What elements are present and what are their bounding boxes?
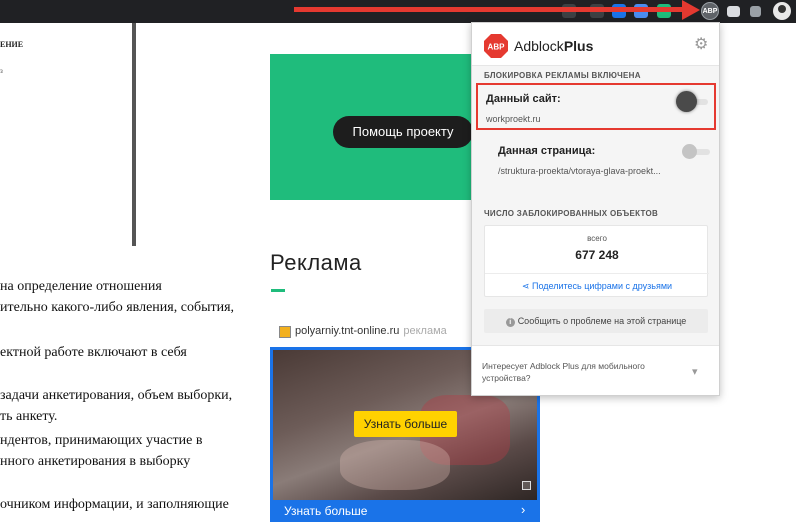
divider <box>485 273 709 274</box>
brand-name: AdblockPlus <box>514 38 593 54</box>
site-toggle-row: Данный сайт: workproekt.ru <box>476 83 716 130</box>
article-line: задачи анкетирования, объем выборки, <box>0 388 233 403</box>
total-blocked-count: 677 248 <box>575 248 619 262</box>
article-line: на определение отношения <box>0 279 162 294</box>
report-issue-label: Сообщить о проблеме на этой странице <box>517 316 687 326</box>
ad-source-domain[interactable]: polyarniy.tnt-online.ru <box>295 325 399 337</box>
ad-image-detail <box>340 440 450 490</box>
page: ABP ЕНИЕ з на определение отношения ител… <box>0 0 796 522</box>
toc-scrollbar[interactable] <box>132 23 136 246</box>
brand-name-bold: Plus <box>563 38 594 54</box>
abp-logo-icon: ABP <box>484 34 508 58</box>
blocked-caption: ЧИСЛО ЗАБЛОКИРОВАННЫХ ОБЪЕКТОВ <box>484 209 659 218</box>
apple-icon[interactable] <box>670 366 682 378</box>
mobile-promo: Интересует Adblock Plus для мобильного у… <box>472 345 719 395</box>
site-toggle[interactable] <box>676 91 697 112</box>
ad-section-heading: Реклама <box>270 250 362 275</box>
article-line: ндентов, принимающих участие в <box>0 433 203 448</box>
report-issue-button[interactable]: i Сообщить о проблеме на этой странице <box>484 309 708 333</box>
ad-source-tag: реклама <box>403 325 447 337</box>
toc-title[interactable]: ЕНИЕ <box>0 40 23 49</box>
site-label: Данный сайт: <box>486 93 561 105</box>
toc-subitem[interactable]: з <box>0 67 3 75</box>
site-url: workproekt.ru <box>486 114 541 124</box>
ad-cta-button[interactable]: Узнать больше <box>354 411 457 437</box>
stats-card: всего 677 248 ⋖ Поделитесь цифрами с дру… <box>484 225 709 297</box>
share-text[interactable]: Поделитесь цифрами с друзьями <box>532 281 672 291</box>
brand-name-regular: Adblock <box>514 38 564 54</box>
share-icon: ⋖ <box>521 281 532 291</box>
adblock-extension-icon[interactable]: ABP <box>701 2 719 20</box>
heading-underline <box>271 289 285 292</box>
adblock-popup: ABP AdblockPlus ⚙ БЛОКИРОВКА РЕКЛАМЫ ВКЛ… <box>471 22 720 396</box>
gear-icon[interactable]: ⚙ <box>694 37 710 53</box>
blocking-caption: БЛОКИРОВКА РЕКЛАМЫ ВКЛЮЧЕНА <box>484 71 641 80</box>
chevron-right-icon: › <box>521 502 526 517</box>
ad-footer-link[interactable]: Узнать больше <box>270 500 540 522</box>
annotation-arrow-head <box>682 0 700 20</box>
ad-source-favicon <box>279 326 291 338</box>
article-line: нного анкетирования в выборку <box>0 454 191 469</box>
article-line: ительно какого-либо явления, события, <box>0 300 235 315</box>
article-line: ектной работе включают в себя <box>0 345 187 360</box>
help-project-button[interactable]: Помощь проекту <box>333 116 473 148</box>
android-icon[interactable]: ▾ <box>692 366 704 378</box>
total-label: всего <box>587 234 607 243</box>
abp-logo-text: ABP <box>488 43 506 52</box>
puzzle-icon[interactable] <box>750 6 761 17</box>
page-label: Данная страница: <box>498 145 596 157</box>
tab-search-icon[interactable] <box>727 6 740 17</box>
annotation-arrow-shaft <box>294 7 686 12</box>
mobile-promo-text: Интересует Adblock Plus для мобильного у… <box>482 361 645 383</box>
info-icon: i <box>505 318 515 327</box>
profile-avatar[interactable] <box>773 2 791 20</box>
share-stats-link[interactable]: ⋖ Поделитесь цифрами с друзьями <box>485 281 709 292</box>
page-toggle[interactable] <box>682 144 697 159</box>
article-line: ть анкету. <box>0 409 58 424</box>
page-url: /struktura-proekta/vtoraya-glava-proekt.… <box>498 166 661 176</box>
ad-source[interactable]: polyarniy.tnt-online.ru реклама <box>295 325 447 337</box>
ad-info-icon[interactable] <box>522 481 531 490</box>
popup-header: ABP AdblockPlus ⚙ <box>472 23 719 65</box>
article-line: очником информации, и заполняющие <box>0 497 229 512</box>
